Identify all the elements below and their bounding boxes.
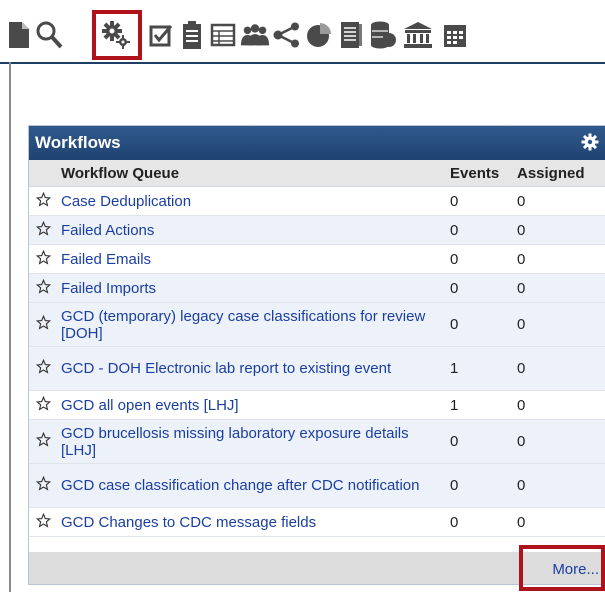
workflow-queue-link[interactable]: GCD all open events [LHJ] [61,397,447,414]
table-row[interactable]: Case Deduplication 0 0 [29,186,605,216]
workflow-queue-link[interactable]: Failed Emails [61,251,447,268]
column-header-queue[interactable]: Workflow Queue [58,160,447,187]
panel-title: Workflows [35,133,121,152]
assigned-count: 0 [514,273,605,303]
table-row[interactable]: GCD Changes to CDC message fields 0 0 [29,507,605,537]
clipboard-icon[interactable] [177,18,207,52]
favorite-star-icon[interactable] [29,507,58,537]
workflow-queue-link[interactable]: GCD case classification change after CDC… [61,477,447,494]
favorite-star-icon[interactable] [29,302,58,347]
favorite-column-header [29,160,58,187]
events-count: 0 [447,215,514,245]
favorite-star-icon[interactable] [29,390,58,420]
events-count: 0 [447,273,514,303]
workflow-table: Workflow Queue Events Assigned Case Dedu… [29,160,605,537]
left-edge-line [9,62,11,592]
events-count: 1 [447,390,514,420]
events-count: 0 [447,186,514,216]
events-count: 0 [447,463,514,508]
calendar-icon[interactable] [440,18,470,52]
table-row[interactable]: GCD all open events [LHJ] 1 0 [29,390,605,420]
favorite-star-icon[interactable] [29,244,58,274]
favorite-star-icon[interactable] [29,186,58,216]
workflow-queue-link[interactable]: GCD brucellosis missing laboratory expos… [61,425,447,459]
new-document-icon[interactable] [4,18,34,52]
events-count: 1 [447,346,514,391]
column-header-assigned[interactable]: Assigned [514,160,605,187]
task-checkbox-icon[interactable] [147,18,177,52]
assigned-count: 0 [514,346,605,391]
assigned-count: 0 [514,186,605,216]
table-row[interactable]: GCD brucellosis missing laboratory expos… [29,419,605,464]
search-icon[interactable] [34,18,64,52]
events-count: 0 [447,244,514,274]
events-count: 0 [447,507,514,537]
events-count: 0 [447,419,514,464]
favorite-star-icon[interactable] [29,419,58,464]
panel-header: Workflows [29,126,605,160]
panel-settings-icon[interactable] [581,133,599,156]
table-icon[interactable] [208,18,238,52]
favorite-star-icon[interactable] [29,346,58,391]
reports-book-icon[interactable] [336,18,366,52]
table-row[interactable]: GCD - DOH Electronic lab report to exist… [29,346,605,391]
workflow-queue-link[interactable]: GCD Changes to CDC message fields [61,514,447,531]
pie-chart-icon[interactable] [304,18,334,52]
assigned-count: 0 [514,419,605,464]
favorite-star-icon[interactable] [29,273,58,303]
workflow-queue-link[interactable]: Failed Actions [61,222,447,239]
workflows-panel: Workflows Workflow Queue Events Assigned… [28,125,605,585]
database-icon[interactable] [368,18,398,52]
selected-tool-highlight [92,10,142,60]
assigned-count: 0 [514,463,605,508]
assigned-count: 0 [514,302,605,347]
assigned-count: 0 [514,244,605,274]
more-link-highlight [519,545,605,591]
assigned-count: 0 [514,507,605,537]
events-count: 0 [447,302,514,347]
workflow-queue-link[interactable]: Case Deduplication [61,193,447,210]
favorite-star-icon[interactable] [29,463,58,508]
assigned-count: 0 [514,215,605,245]
table-row[interactable]: GCD (temporary) legacy case classificati… [29,302,605,347]
people-icon[interactable] [240,18,270,52]
column-header-events[interactable]: Events [447,160,514,187]
table-row[interactable]: Failed Imports 0 0 [29,273,605,303]
assigned-count: 0 [514,390,605,420]
workflow-queue-link[interactable]: GCD (temporary) legacy case classificati… [61,308,447,342]
share-icon[interactable] [272,18,302,52]
institution-icon[interactable] [403,18,433,52]
table-row[interactable]: Failed Emails 0 0 [29,244,605,274]
favorite-star-icon[interactable] [29,215,58,245]
table-row[interactable]: Failed Actions 0 0 [29,215,605,245]
table-row[interactable]: GCD case classification change after CDC… [29,463,605,508]
workflow-queue-link[interactable]: GCD - DOH Electronic lab report to exist… [61,360,447,377]
workflow-queue-link[interactable]: Failed Imports [61,280,447,297]
toolbar [0,0,605,64]
